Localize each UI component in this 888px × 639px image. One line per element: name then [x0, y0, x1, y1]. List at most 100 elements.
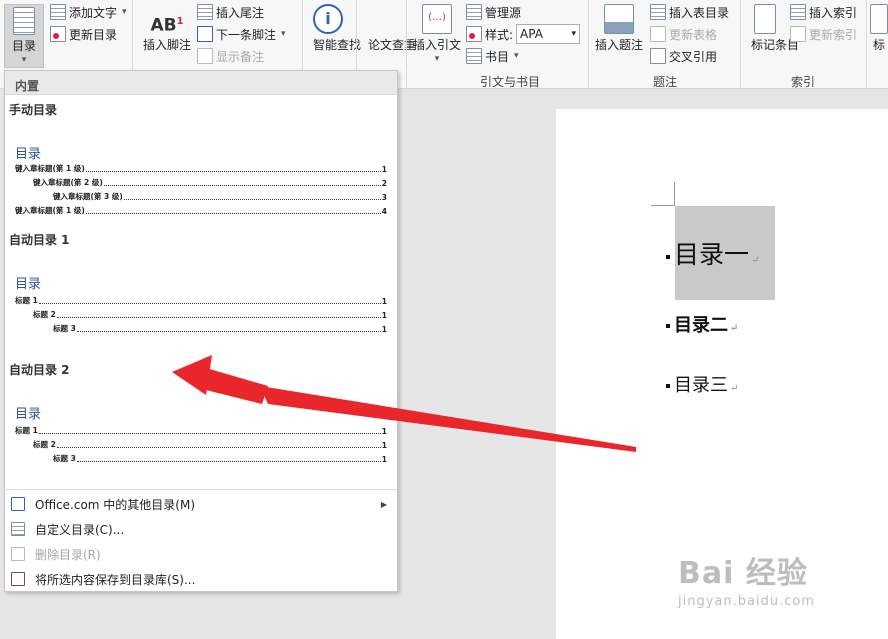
bibliography-label: 书目	[485, 49, 510, 64]
show-notes-button[interactable]: 显示备注	[197, 46, 264, 66]
insert-caption-icon	[604, 4, 634, 34]
smart-lookup-icon: i	[313, 4, 343, 34]
save-to-gallery-icon	[11, 572, 25, 586]
add-text-icon	[50, 4, 66, 20]
custom-toc-icon	[11, 522, 25, 536]
insert-citation-button[interactable]: (…) 插入引文 ▾	[410, 4, 464, 66]
update-toc-icon	[50, 26, 66, 42]
cross-reference-button[interactable]: 交叉引用	[650, 46, 717, 66]
heading-2[interactable]: 目录二 ↵	[666, 311, 738, 337]
more-toc-menu-item[interactable]: Office.com 中的其他目录(M) ▶	[5, 492, 397, 516]
show-notes-label: 显示备注	[216, 49, 265, 64]
add-text-label: 添加文字	[69, 5, 118, 20]
watermark-url: jingyan.baidu.com	[678, 594, 815, 609]
paper-check-button[interactable]: 论文查重	[362, 38, 416, 52]
separator	[406, 0, 407, 88]
style-control: 样式: APA ▾	[466, 24, 581, 44]
toc-preview-line: 标题 11	[15, 296, 387, 306]
insert-citation-icon: (…)	[422, 4, 452, 34]
mark-citation-icon	[870, 4, 888, 34]
mark-citation-label: 标	[872, 38, 885, 52]
toc-preview-heading: 目录	[15, 407, 42, 422]
cross-reference-icon	[650, 48, 666, 64]
auto-toc-1-option[interactable]: 目录 标题 11 标题 21 标题 31	[5, 247, 397, 347]
toc-preview-line: 键入章标题(第 2 级) 2	[33, 178, 387, 188]
smart-lookup-label: 智能查找	[313, 38, 362, 52]
watermark-logo: Bai 经验	[678, 556, 808, 591]
mark-entry-button[interactable]: 标记条目	[744, 4, 799, 52]
separator	[866, 0, 867, 88]
more-toc-label: Office.com 中的其他目录(M)	[35, 497, 196, 512]
footnote-icon: AB1	[150, 15, 184, 36]
save-selection-menu-item[interactable]: 将所选内容保存到目录库(S)...	[5, 567, 397, 591]
update-index-icon	[790, 26, 806, 42]
update-table-label: 更新表格	[669, 27, 718, 42]
watermark: Bai 经验 jingyan.baidu.com	[678, 548, 815, 609]
toc-dropdown-menu: 内置 手动目录 目录 键入章标题(第 1 级) 1 键入章标题(第 2 级) 2 键…	[4, 70, 398, 592]
next-footnote-button[interactable]: 下一条脚注	[197, 24, 286, 44]
toc-preview-line: 标题 11	[15, 426, 387, 436]
toc-button-label: 目录	[11, 39, 36, 53]
update-index-label: 更新索引	[809, 27, 858, 42]
cross-reference-label: 交叉引用	[669, 49, 718, 64]
toc-preview-line: 键入章标题(第 1 级) 1	[15, 164, 387, 174]
heading-1[interactable]: 目录一 ↵	[666, 235, 759, 271]
next-footnote-label: 下一条脚注	[216, 27, 277, 42]
endnote-icon	[197, 4, 213, 20]
remove-toc-label: 删除目录(R)	[35, 547, 101, 562]
insert-endnote-button[interactable]: 插入尾注	[197, 2, 264, 22]
paragraph-mark-icon: ↵	[730, 323, 739, 334]
show-notes-icon	[197, 48, 213, 64]
insert-caption-button[interactable]: 插入题注	[592, 4, 646, 52]
table-of-figures-icon	[650, 4, 666, 20]
toc-preview-line: 键入章标题(第 1 级) 4	[15, 206, 387, 216]
mark-citation-button[interactable]: 标	[870, 4, 888, 52]
insert-citation-label: 插入引文	[412, 38, 461, 52]
manual-toc-option[interactable]: 目录 键入章标题(第 1 级) 1 键入章标题(第 2 级) 2 键入章标题(第 3…	[5, 119, 397, 223]
toc-button[interactable]: 目录 ▾	[4, 4, 44, 68]
group-label-index: 索引	[790, 75, 815, 89]
auto-toc-2-option[interactable]: 目录 标题 11 标题 21 标题 31	[5, 377, 397, 477]
update-table-button[interactable]: 更新表格	[650, 24, 717, 44]
insert-index-label: 插入索引	[809, 5, 858, 20]
custom-toc-label: 自定义目录(C)...	[35, 522, 125, 537]
bibliography-icon	[466, 48, 482, 64]
style-select[interactable]: APA ▾	[516, 24, 581, 44]
insert-endnote-label: 插入尾注	[216, 5, 265, 20]
add-text-button[interactable]: 添加文字	[50, 2, 127, 22]
heading-2-text: 目录二	[674, 315, 728, 336]
submenu-arrow-icon: ▶	[380, 499, 387, 509]
update-toc-button[interactable]: 更新目录	[50, 24, 117, 44]
group-label-citations: 引文与书目	[479, 75, 540, 89]
manual-toc-title: 手动目录	[9, 103, 58, 117]
insert-index-button[interactable]: 插入索引	[790, 2, 857, 22]
builtin-header: 内置	[5, 71, 397, 95]
bibliography-button[interactable]: 书目	[466, 46, 519, 66]
custom-toc-menu-item[interactable]: 自定义目录(C)...	[5, 517, 397, 541]
next-footnote-icon	[197, 26, 213, 42]
toc-preview-line: 标题 31	[53, 324, 387, 334]
remove-toc-menu-item[interactable]: 删除目录(R)	[5, 542, 397, 566]
bullet-icon	[666, 384, 670, 388]
manage-sources-label: 管理源	[485, 5, 522, 20]
remove-toc-icon	[11, 547, 25, 561]
insert-table-of-figures-button[interactable]: 插入表目录	[650, 2, 729, 22]
manage-sources-button[interactable]: 管理源	[466, 2, 521, 22]
insert-footnote-button[interactable]: AB1 插入脚注	[140, 8, 194, 52]
group-label-captions: 题注	[652, 75, 677, 89]
style-label: 样式:	[485, 27, 514, 42]
smart-lookup-button[interactable]: i 智能查找	[308, 4, 362, 52]
insert-footnote-label: 插入脚注	[142, 38, 191, 52]
heading-3[interactable]: 目录三 ↵	[666, 371, 738, 397]
update-table-icon	[650, 26, 666, 42]
insert-caption-label: 插入题注	[594, 38, 643, 52]
toc-preview-heading: 目录	[15, 277, 42, 292]
update-index-button[interactable]: 更新索引	[790, 24, 857, 44]
separator	[588, 0, 589, 88]
paragraph-mark-icon: ↵	[730, 383, 739, 394]
menu-separator	[5, 489, 397, 490]
separator	[740, 0, 741, 88]
chevron-down-icon: ▾	[571, 29, 577, 39]
style-select-value: APA	[520, 27, 543, 41]
manage-sources-icon	[466, 4, 482, 20]
